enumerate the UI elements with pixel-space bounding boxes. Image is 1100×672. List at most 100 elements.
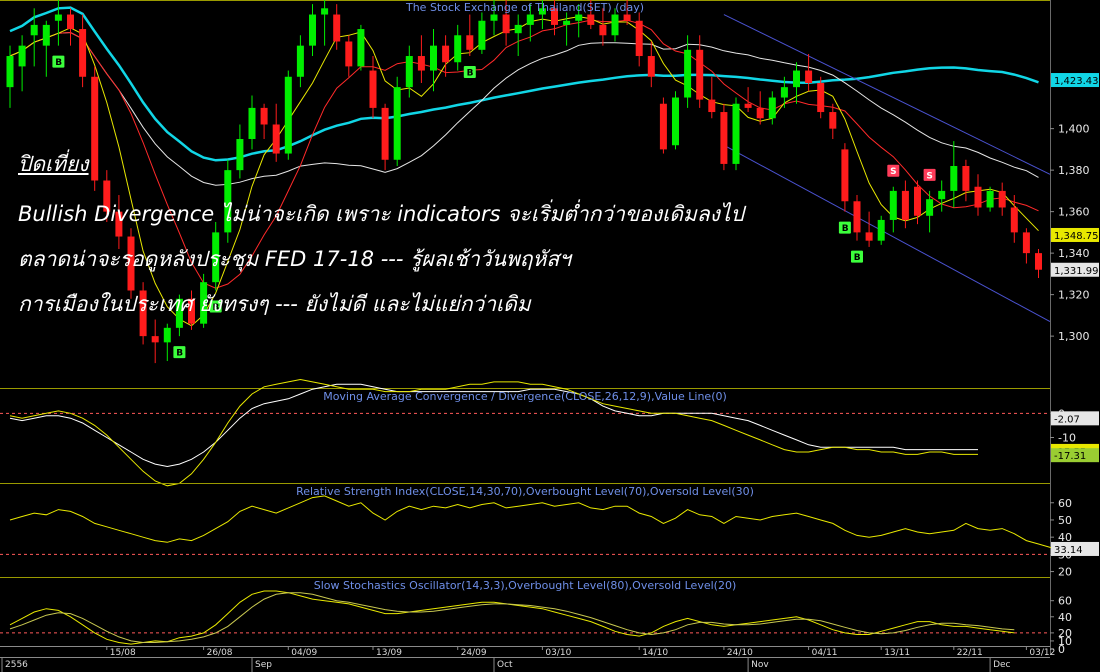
candle-body (720, 112, 728, 164)
macd-panel: 0-10Moving Average Convergence / Diverge… (0, 378, 1099, 487)
candle-body (623, 14, 631, 21)
candle-body (1035, 253, 1042, 270)
y-tick-label: 1,400 (1058, 123, 1090, 136)
candle-body (442, 45, 450, 63)
candle-body (889, 190, 897, 220)
candle-body (163, 327, 171, 343)
signal-label: B (176, 349, 183, 359)
candle-body (877, 219, 885, 241)
candle-body (563, 20, 571, 25)
value-tag: -2.07 (1054, 414, 1080, 425)
candle-body (768, 97, 776, 119)
candle-body (369, 70, 377, 108)
y-tick-label: 1,320 (1058, 289, 1090, 302)
candle-body (260, 107, 268, 125)
candle-body (151, 336, 159, 343)
candle-body (587, 14, 595, 25)
channel-lower (723, 144, 1051, 323)
candle-body (30, 24, 38, 36)
y-tick-label: -10 (1058, 432, 1076, 445)
date-label: 13/09 (376, 648, 402, 658)
candle-body (393, 87, 401, 160)
panel-title: Moving Average Convergence / Divergence(… (323, 390, 727, 403)
date-label: 04/11 (812, 648, 838, 658)
candle-body (1010, 207, 1018, 233)
candle-body (454, 35, 462, 63)
candle-body (321, 8, 329, 15)
candle-body (647, 56, 655, 77)
candle-body (793, 70, 800, 88)
moving-average-25 (9, 31, 1039, 186)
y-tick-label: 1,300 (1058, 330, 1090, 343)
date-label: 26/08 (207, 648, 233, 658)
annotation-line-1: Bullish Divergence ไม่น่าจะเกิด เพราะ in… (18, 202, 744, 226)
candle-body (417, 56, 425, 71)
candle-body (466, 35, 474, 50)
signal-label: B (55, 58, 62, 68)
date-label: 22/11 (957, 648, 983, 658)
series-line-0 (9, 495, 1075, 550)
candle-body (611, 14, 619, 36)
candle-body (490, 14, 498, 21)
candle-body (829, 112, 837, 129)
panel-title: Relative Strength Index(CLOSE,14,30,70),… (296, 485, 754, 498)
candle-body (684, 49, 692, 98)
candle-body (914, 186, 921, 216)
candle-body (659, 103, 667, 150)
month-label: 2556 (5, 660, 28, 670)
date-label: 24/10 (727, 648, 753, 658)
price-tag-last: 1,331.99 (1054, 266, 1099, 277)
candle-body (732, 103, 740, 164)
value-tag: -17.31 (1054, 451, 1086, 462)
y-tick-label: 50 (1058, 514, 1072, 527)
date-label: 13/11 (884, 648, 910, 658)
channel-upper (723, 14, 1051, 175)
month-label: Oct (497, 660, 513, 670)
annotation-line-2: ตลาดน่าจะรอดูหลังประชุม FED 17-18 --- รู… (18, 247, 571, 271)
y-tick-label: 1,380 (1058, 164, 1090, 177)
signal-label: B (842, 224, 849, 234)
candle-body (478, 20, 486, 50)
date-label: 15/08 (110, 648, 136, 658)
series-line-0 (9, 590, 1015, 645)
candle-body (599, 24, 607, 36)
value-tag: 33.14 (1054, 545, 1083, 556)
candle-body (780, 87, 788, 98)
candle-body (974, 186, 982, 208)
y-tick-label: 20 (1058, 627, 1072, 640)
candle-body (841, 149, 849, 202)
candle-body (333, 14, 341, 42)
month-label: Dec (993, 660, 1010, 670)
candle-body (950, 165, 958, 191)
date-label: 03/12 (1029, 648, 1055, 658)
candle-body (672, 97, 679, 146)
candle-body (635, 20, 643, 57)
candle-body (962, 165, 970, 191)
moving-average-5 (9, 16, 1039, 327)
rsi-panel: 2030405060Relative Strength Index(CLOSE,… (0, 483, 1099, 579)
price-panel: 1,3001,3201,3401,3601,3801,400BBBSBSBBST… (0, 0, 1099, 388)
y-tick-label: 40 (1058, 611, 1072, 624)
candle-body (345, 41, 353, 67)
long-moving-average (9, 6, 1039, 162)
candle-body (357, 29, 365, 67)
candle-body (284, 76, 292, 154)
annotation-title: ปิดเที่ยง (18, 152, 89, 176)
signal-label: B (854, 253, 861, 263)
signal-label: S (890, 167, 896, 177)
price-tag-long-ma: 1,423.43 (1054, 76, 1099, 87)
candle-body (756, 107, 764, 119)
candle-body (744, 103, 752, 108)
candle-body (67, 14, 74, 30)
y-tick-label: 60 (1058, 497, 1072, 510)
candle-body (986, 190, 994, 208)
candle-body (901, 190, 909, 220)
candle-body (502, 14, 510, 34)
candle-body (54, 14, 62, 21)
date-axis: 15/08 26/08 04/09 13/09 24/09 03/10 14/10 24/10… (0, 645, 1055, 672)
candle-body (91, 76, 99, 181)
price-tag-ma: 1,348.75 (1054, 231, 1099, 242)
stoch-panel: 010204060Slow Stochastics Oscillator(14,… (0, 577, 1072, 656)
date-label: 24/09 (461, 648, 487, 658)
candle-body (42, 24, 50, 46)
